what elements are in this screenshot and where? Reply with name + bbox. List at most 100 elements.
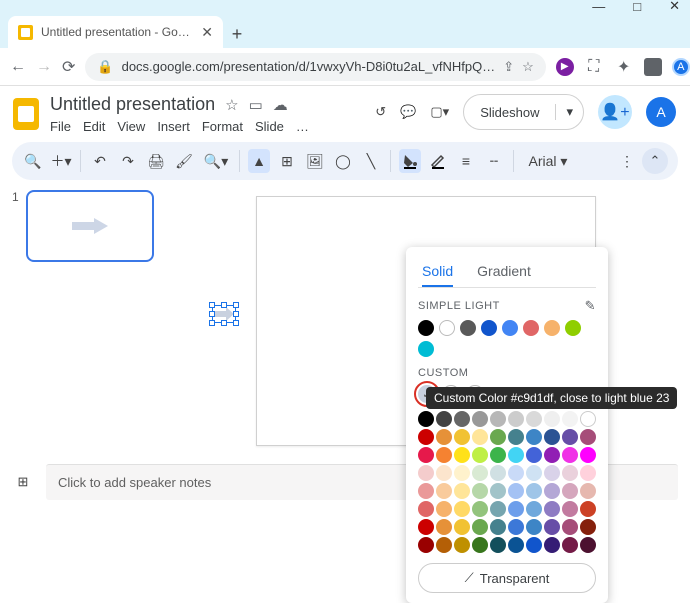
extensions-puzzle-icon[interactable]: ✦ [614,57,634,77]
paint-format-button[interactable]: 🖌 [173,149,195,173]
color-swatch[interactable] [472,483,488,499]
color-swatch[interactable] [544,465,560,481]
color-swatch[interactable] [436,465,452,481]
color-swatch[interactable] [418,447,434,463]
color-swatch[interactable] [562,447,578,463]
color-swatch[interactable] [490,501,506,517]
color-swatch[interactable] [526,429,542,445]
theme-color-swatch[interactable] [565,320,581,336]
reload-button[interactable]: ⟳ [62,57,75,77]
forward-button[interactable]: → [36,58,52,76]
redo-button[interactable]: ↷ [117,149,139,173]
color-swatch[interactable] [562,483,578,499]
color-swatch[interactable] [490,429,506,445]
share-button[interactable]: 👤+ [598,95,632,129]
slides-logo-icon[interactable] [10,94,42,134]
star-icon[interactable]: ☆ [225,96,238,114]
border-weight-button[interactable]: ≡ [455,149,477,173]
color-swatch[interactable] [580,537,596,553]
grid-view-icon[interactable]: ⊞ [12,471,34,493]
color-swatch[interactable] [562,411,578,427]
fill-color-button[interactable] [399,149,421,173]
shape-tool[interactable]: ◯ [332,149,354,173]
color-swatch[interactable] [562,429,578,445]
color-swatch[interactable] [526,501,542,517]
color-swatch[interactable] [526,465,542,481]
color-swatch[interactable] [580,465,596,481]
theme-color-swatch[interactable] [502,320,518,336]
color-swatch[interactable] [544,429,560,445]
color-swatch[interactable] [508,501,524,517]
color-swatch[interactable] [472,537,488,553]
color-swatch[interactable] [472,465,488,481]
color-swatch[interactable] [436,519,452,535]
color-swatch[interactable] [508,519,524,535]
share-icon[interactable]: ⇪ [503,59,514,75]
browser-tab[interactable]: Untitled presentation - Google S ✕ [8,16,223,48]
color-swatch[interactable] [508,447,524,463]
account-avatar[interactable]: A [646,97,676,127]
slideshow-button[interactable]: Slideshow ▾ [463,94,584,130]
color-swatch[interactable] [472,519,488,535]
font-picker[interactable]: Arial ▾ [522,149,574,173]
color-swatch[interactable] [454,429,470,445]
extension-icon[interactable]: ▶ [556,58,574,76]
color-swatch[interactable] [580,501,596,517]
meet-icon[interactable]: ▢▾ [430,104,449,120]
color-swatch[interactable] [580,429,596,445]
color-swatch[interactable] [490,519,506,535]
color-swatch[interactable] [526,447,542,463]
theme-color-swatch[interactable] [418,341,434,357]
color-swatch[interactable] [490,411,506,427]
color-swatch[interactable] [526,537,542,553]
color-swatch[interactable] [526,519,542,535]
color-swatch[interactable] [436,537,452,553]
color-swatch[interactable] [454,447,470,463]
color-swatch[interactable] [490,537,506,553]
profile-avatar[interactable]: A [672,58,690,76]
color-swatch[interactable] [418,537,434,553]
color-swatch[interactable] [544,447,560,463]
color-swatch[interactable] [562,501,578,517]
theme-color-swatch[interactable] [481,320,497,336]
color-swatch[interactable] [580,519,596,535]
tab-close-icon[interactable]: ✕ [201,24,213,41]
extension-icon[interactable] [644,58,662,76]
color-swatch[interactable] [562,519,578,535]
menu-format[interactable]: Format [202,119,243,134]
history-icon[interactable]: ↺ [375,104,386,120]
color-swatch[interactable] [508,465,524,481]
color-swatch[interactable] [526,483,542,499]
theme-color-swatch[interactable] [523,320,539,336]
color-swatch[interactable] [454,411,470,427]
color-swatch[interactable] [418,519,434,535]
color-swatch[interactable] [454,483,470,499]
color-swatch[interactable] [508,483,524,499]
color-swatch[interactable] [436,483,452,499]
color-swatch[interactable] [454,519,470,535]
tab-gradient[interactable]: Gradient [477,257,531,287]
menu-file[interactable]: File [50,119,71,134]
new-slide-button[interactable]: ＋▾ [50,149,72,173]
color-swatch[interactable] [436,411,452,427]
selected-arrow-shape[interactable] [212,305,236,323]
menu-edit[interactable]: Edit [83,119,105,134]
color-swatch[interactable] [418,411,434,427]
color-swatch[interactable] [418,483,434,499]
omnibox[interactable]: 🔒 docs.google.com/presentation/d/1vwxyVh… [85,53,545,81]
color-swatch[interactable] [418,501,434,517]
slideshow-dropdown[interactable]: ▾ [555,104,583,120]
cloud-status-icon[interactable]: ☁ [273,96,288,114]
color-swatch[interactable] [454,537,470,553]
back-button[interactable]: ← [10,58,26,76]
color-swatch[interactable] [472,501,488,517]
transparent-button[interactable]: ⟋ Transparent [418,563,596,593]
color-swatch[interactable] [544,483,560,499]
comments-icon[interactable]: 💬 [400,104,416,120]
print-button[interactable]: 🖨 [145,149,167,173]
color-swatch[interactable] [508,537,524,553]
zoom-button[interactable]: 🔍▾ [201,149,231,173]
color-swatch[interactable] [436,501,452,517]
color-swatch[interactable] [454,465,470,481]
collapse-toolbar-icon[interactable]: ⌃ [642,148,668,174]
